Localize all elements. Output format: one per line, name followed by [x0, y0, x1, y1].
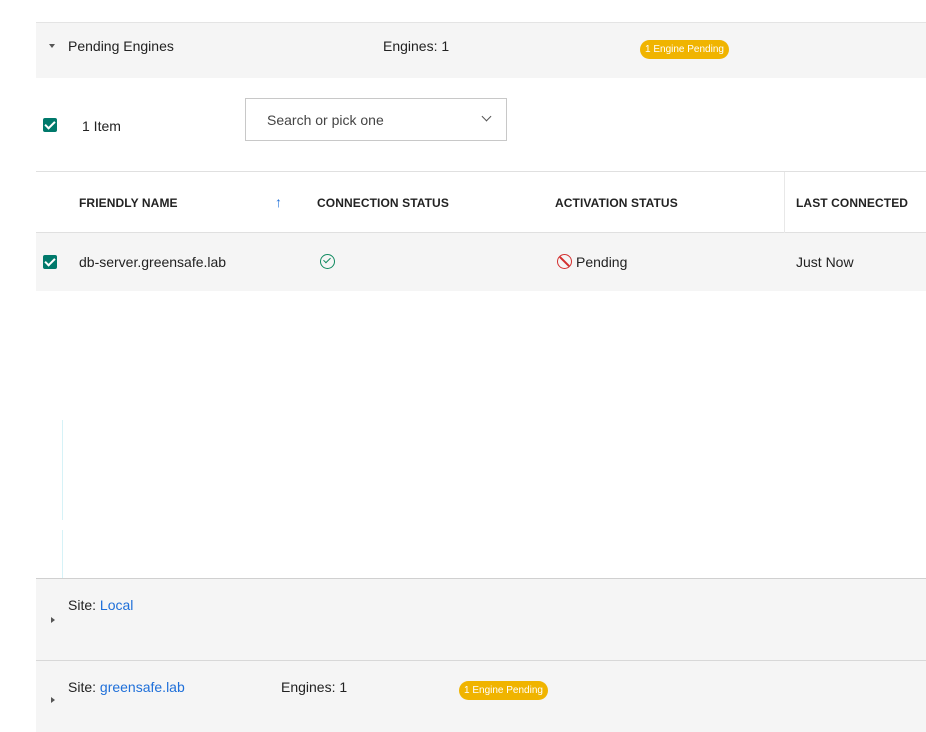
pending-status-badge: 1 Engine Pending	[640, 40, 729, 59]
table-toolbar: 1 Item Search or pick one	[36, 78, 926, 171]
row-checkbox[interactable]	[43, 255, 57, 269]
site-label-prefix: Site:	[68, 597, 97, 613]
divider	[62, 530, 63, 578]
engines-panel: Pending Engines Engines: 1 1 Engine Pend…	[0, 0, 926, 732]
row-last-connected: Just Now	[796, 254, 854, 270]
caret-right-icon[interactable]	[51, 617, 55, 623]
site-group-greensafe-lab[interactable]: Site: greensafe.lab Engines: 1 1 Engine …	[36, 660, 926, 732]
blocked-icon	[557, 254, 572, 269]
caret-right-icon[interactable]	[51, 697, 55, 703]
site-link-greensafe-lab[interactable]: greensafe.lab	[100, 679, 185, 695]
site-engines-count: Engines: 1	[281, 679, 348, 695]
row-activation-status: Pending	[576, 254, 628, 270]
chevron-down-icon[interactable]	[481, 111, 492, 122]
column-header-friendly-name[interactable]: FRIENDLY NAME	[79, 196, 178, 210]
pending-engines-count: Engines: 1	[383, 38, 450, 54]
site-status-badge: 1 Engine Pending	[459, 681, 548, 700]
column-divider[interactable]	[784, 172, 785, 233]
column-header-activation-status[interactable]: ACTIVATION STATUS	[555, 196, 678, 210]
check-circle-icon	[320, 254, 335, 269]
divider	[62, 420, 63, 520]
select-all-checkbox[interactable]	[43, 118, 57, 132]
row-friendly-name: db-server.greensafe.lab	[79, 254, 227, 270]
column-header-connection-status[interactable]: CONNECTION STATUS	[317, 196, 449, 210]
column-header-last-connected[interactable]: LAST CONNECTED	[796, 196, 908, 210]
site-link-local[interactable]: Local	[100, 597, 133, 613]
caret-down-icon[interactable]	[49, 44, 55, 48]
site-group-local[interactable]: Site: Local	[36, 578, 926, 661]
site-label: Site: greensafe.lab	[68, 679, 185, 695]
site-label-prefix: Site:	[68, 679, 97, 695]
search-select[interactable]: Search or pick one	[245, 98, 507, 141]
site-label: Site: Local	[68, 597, 133, 613]
pending-engines-header[interactable]: Pending Engines Engines: 1 1 Engine Pend…	[36, 22, 926, 79]
table-header: FRIENDLY NAME ↑ CONNECTION STATUS ACTIVA…	[36, 171, 926, 233]
table-row[interactable]: db-server.greensafe.lab Pending Just Now	[36, 233, 926, 291]
sort-ascending-icon[interactable]: ↑	[275, 194, 282, 210]
search-placeholder: Search or pick one	[267, 112, 384, 128]
item-count: 1 Item	[82, 118, 121, 134]
pending-engines-title: Pending Engines	[68, 38, 174, 54]
